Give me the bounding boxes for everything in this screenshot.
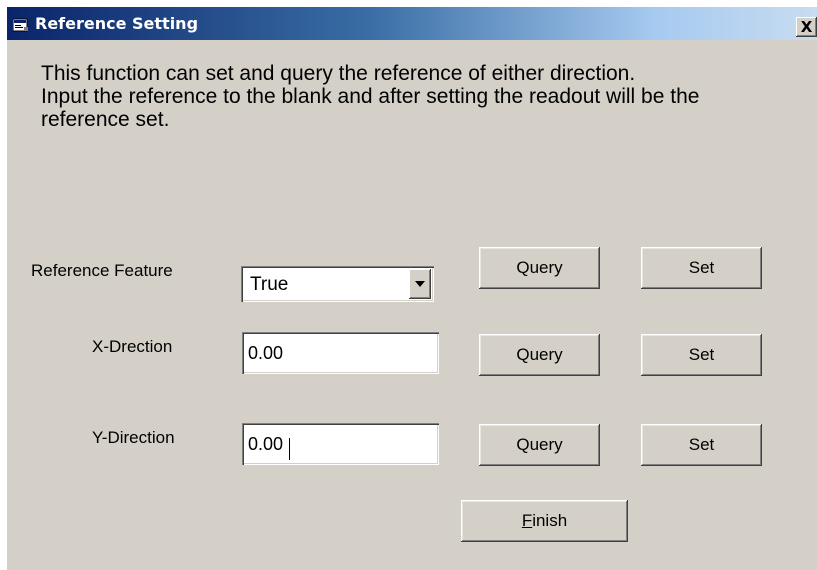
finish-mnemonic: F xyxy=(521,511,533,530)
finish-label: Finish xyxy=(522,511,567,531)
description-text: This function can set and query the refe… xyxy=(41,62,781,131)
x-direction-set-button[interactable]: Set xyxy=(641,334,762,376)
x-direction-set-label: Set xyxy=(688,345,715,364)
y-direction-set-button[interactable]: Set xyxy=(641,424,762,466)
app-icon xyxy=(12,18,29,32)
reference-feature-set-label: Set xyxy=(688,258,715,277)
close-icon: X xyxy=(800,17,813,36)
finish-label-rest: inish xyxy=(532,511,568,530)
reference-feature-query-button[interactable]: Query xyxy=(479,247,600,289)
x-direction-query-label: Query xyxy=(516,345,563,364)
close-button[interactable]: X xyxy=(796,17,817,37)
y-direction-label: Y-Direction xyxy=(92,428,175,447)
dropdown-arrow-icon[interactable] xyxy=(409,269,431,299)
reference-feature-label: Reference Feature xyxy=(31,261,173,280)
y-direction-query-button[interactable]: Query xyxy=(479,424,600,466)
reference-feature-query-label: Query xyxy=(516,258,563,277)
y-direction-set-label: Set xyxy=(688,435,715,454)
y-direction-query-label: Query xyxy=(516,435,563,454)
title-bar[interactable]: Reference Setting X xyxy=(7,7,817,40)
finish-button[interactable]: Finish xyxy=(461,500,628,542)
text-caret xyxy=(289,438,290,460)
description-line-2: Input the reference to the blank and aft… xyxy=(41,85,700,131)
reference-feature-value: True xyxy=(250,274,289,295)
x-direction-query-button[interactable]: Query xyxy=(479,334,600,376)
window-title: Reference Setting xyxy=(35,14,199,33)
reference-feature-set-button[interactable]: Set xyxy=(641,247,762,289)
reference-setting-window: Reference Setting X This function can se… xyxy=(7,7,817,570)
description-line-1: This function can set and query the refe… xyxy=(41,62,636,85)
reference-feature-select[interactable]: True xyxy=(241,266,434,302)
x-direction-label: X-Drection xyxy=(92,337,173,356)
x-direction-input[interactable] xyxy=(242,332,439,374)
y-direction-input[interactable] xyxy=(242,423,439,465)
